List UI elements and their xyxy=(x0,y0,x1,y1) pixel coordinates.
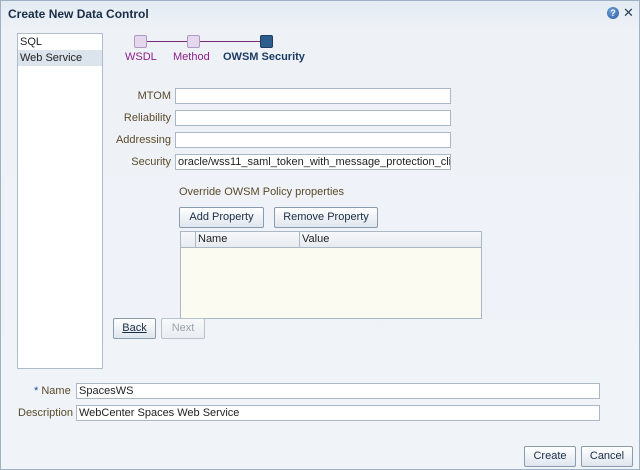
override-properties-label: Override OWSM Policy properties xyxy=(179,186,345,198)
train-label-wsdl[interactable]: WSDL xyxy=(125,51,157,63)
properties-table[interactable]: Name Value xyxy=(180,231,482,319)
close-icon[interactable]: ✕ xyxy=(623,5,634,21)
column-header-value[interactable]: Value xyxy=(299,232,480,247)
addressing-label: Addressing xyxy=(115,134,171,146)
create-data-control-dialog: Create New Data Control ? ✕ SQL Web Serv… xyxy=(0,0,640,470)
data-control-type-list[interactable]: SQL Web Service xyxy=(17,33,103,369)
list-item-web-service[interactable]: Web Service xyxy=(18,50,102,66)
back-button-label: Back xyxy=(122,322,147,334)
mtom-label: MTOM xyxy=(137,90,171,102)
list-item-sql[interactable]: SQL xyxy=(18,34,102,50)
security-field[interactable]: oracle/wss11_saml_token_with_message_pro… xyxy=(175,154,451,170)
reliability-label: Reliability xyxy=(123,112,171,124)
security-label: Security xyxy=(131,156,171,168)
create-button[interactable]: Create xyxy=(524,446,576,467)
reliability-field[interactable] xyxy=(175,110,451,126)
cancel-button[interactable]: Cancel xyxy=(581,446,633,467)
train-label-method[interactable]: Method xyxy=(173,51,210,63)
description-field[interactable]: WebCenter Spaces Web Service xyxy=(76,405,600,421)
required-marker: * xyxy=(34,385,39,397)
name-field[interactable]: SpacesWS xyxy=(76,383,600,399)
name-label-group: * Name xyxy=(34,385,71,397)
dialog-title: Create New Data Control xyxy=(8,7,149,21)
description-label: Description xyxy=(18,407,74,419)
row-header-column xyxy=(181,232,195,247)
table-header: Name Value xyxy=(181,232,481,248)
train-connector-1 xyxy=(145,41,188,42)
train-label-owsm-security: OWSM Security xyxy=(223,51,305,63)
mtom-field[interactable] xyxy=(175,88,451,104)
addressing-field[interactable] xyxy=(175,132,451,148)
train-stop-wsdl[interactable] xyxy=(134,35,147,48)
remove-property-button[interactable]: Remove Property xyxy=(274,207,378,228)
add-property-button[interactable]: Add Property xyxy=(179,207,264,228)
name-label: Name xyxy=(41,385,71,397)
back-button[interactable]: Back xyxy=(113,318,156,339)
help-icon[interactable]: ? xyxy=(607,7,619,19)
train-stop-method[interactable] xyxy=(187,35,200,48)
train-stop-owsm-security xyxy=(260,35,273,48)
column-header-name[interactable]: Name xyxy=(195,232,298,247)
train-connector-2 xyxy=(198,41,260,42)
next-button: Next xyxy=(161,318,205,339)
